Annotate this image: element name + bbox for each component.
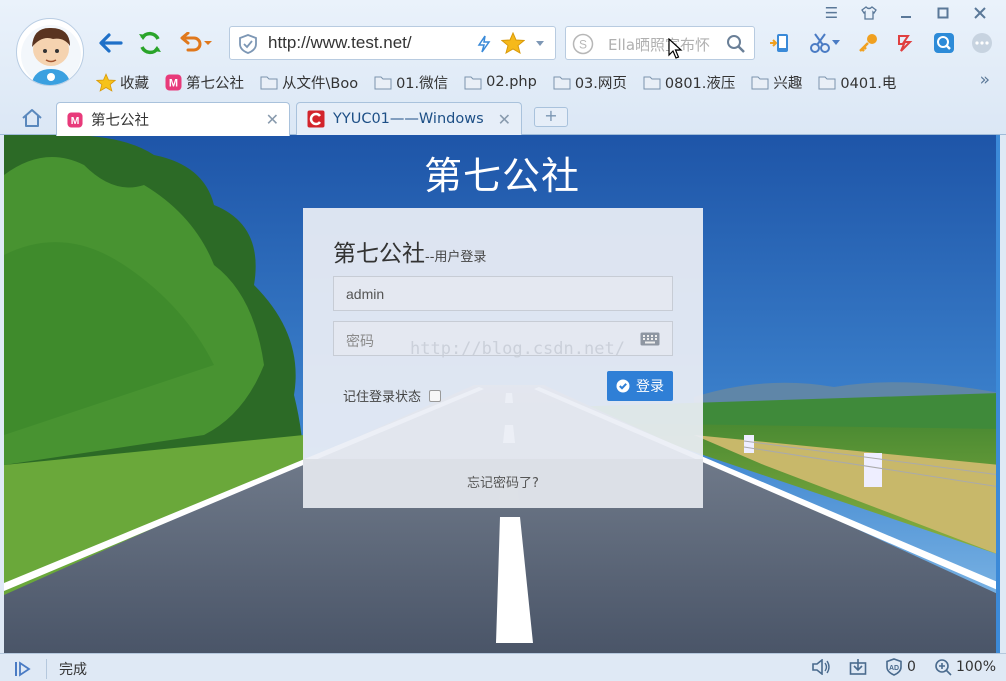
volume-icon[interactable] (811, 659, 831, 675)
bookmark-folder[interactable]: 兴趣 (751, 72, 802, 93)
site-icon: M (67, 111, 83, 128)
bookmark-folder[interactable]: 02.php (464, 74, 537, 90)
skin-icon[interactable] (850, 2, 887, 24)
login-heading: 第七公社--用户登录 (333, 234, 486, 268)
bookmark-folder[interactable]: 0401.电 (818, 72, 896, 93)
zoom-control[interactable]: 100% (934, 658, 996, 676)
username-input[interactable]: admin (333, 276, 673, 311)
remember-me[interactable]: 记住登录状态 (343, 386, 442, 405)
watermark-text: http://blog.csdn.net/ (410, 339, 625, 359)
chevron-down-icon (204, 41, 212, 45)
undo-icon (180, 32, 202, 52)
folder-icon (643, 74, 661, 90)
tab-close-icon[interactable]: ✕ (498, 110, 511, 129)
favorite-star-icon[interactable] (501, 32, 525, 54)
mouse-cursor-icon (668, 37, 684, 64)
undo-close-button[interactable] (172, 28, 220, 58)
bookmark-folder[interactable]: 03.网页 (553, 72, 627, 93)
tab-title: YYUC01——Windows (333, 111, 484, 127)
folder-icon (818, 74, 836, 90)
login-heading-title: 第七公社 (333, 241, 425, 267)
more-options-icon[interactable] (968, 30, 996, 56)
keyboard-icon[interactable] (640, 332, 660, 346)
sogou-search-icon[interactable]: S (572, 33, 594, 55)
zoom-level: 100% (955, 659, 996, 675)
download-manager-icon[interactable] (849, 658, 867, 676)
csdn-icon (307, 110, 325, 128)
bookmark-site[interactable]: M 第七公社 (165, 72, 244, 93)
menu-icon[interactable]: ☰ (813, 2, 850, 24)
tab-strip: M 第七公社 ✕ YYUC01——Windows ✕ + (0, 100, 1006, 136)
login-heading-subtitle: --用户登录 (425, 250, 487, 265)
login-button-label: 登录 (636, 379, 664, 395)
ad-block-shield-icon: AD (886, 658, 902, 676)
bookmark-folder[interactable]: 0801.液压 (643, 72, 735, 93)
divider (46, 659, 47, 679)
ad-block-status[interactable]: AD 0 (885, 658, 916, 676)
refresh-button[interactable] (135, 28, 165, 58)
user-avatar[interactable] (16, 18, 84, 86)
search-placeholder: Ella晒照宣布怀 (608, 36, 711, 54)
phone-sync-icon[interactable] (766, 30, 794, 56)
remember-label: 记住登录状态 (343, 390, 422, 405)
remember-checkbox[interactable] (429, 389, 442, 402)
page-viewport: 第七公社 第七公社--用户登录 admin 密码 记住登录状态 登录 忘记密码了… (4, 135, 1000, 653)
bookmark-folder[interactable]: 从文件\Boo (260, 72, 358, 93)
check-circle-icon (616, 379, 630, 393)
password-placeholder: 密码 (346, 333, 374, 349)
folder-icon (260, 74, 278, 90)
magnifier-app-icon[interactable] (930, 30, 958, 56)
back-arrow-icon (99, 33, 123, 53)
back-button[interactable] (95, 28, 125, 58)
address-bar[interactable]: http://www.test.net/ (229, 26, 556, 60)
shield-icon (239, 34, 257, 54)
close-icon[interactable] (961, 2, 998, 24)
weibo-share-icon[interactable] (892, 30, 920, 56)
toolbar-tools (766, 30, 996, 56)
key-icon[interactable] (854, 30, 882, 56)
address-dropdown-icon[interactable] (535, 40, 545, 48)
bookmark-favorites[interactable]: 收藏 (96, 72, 149, 93)
new-tab-button[interactable]: + (534, 107, 568, 127)
status-text: 完成 (59, 662, 87, 678)
folder-icon (751, 74, 769, 90)
window-controls: ☰ (813, 2, 998, 24)
bookmarks-more-button[interactable]: » (980, 70, 990, 90)
home-button[interactable] (18, 107, 46, 129)
site-icon: M (165, 74, 182, 91)
svg-text:M: M (71, 115, 80, 126)
bookmark-folder[interactable]: 01.微信 (374, 72, 448, 93)
search-box[interactable]: S Ella晒照宣布怀 (565, 26, 755, 60)
tab-close-icon[interactable]: ✕ (266, 110, 279, 129)
minimize-icon[interactable] (887, 2, 924, 24)
screenshot-scissors-icon[interactable] (804, 30, 844, 56)
sidebar-toggle-icon[interactable] (14, 661, 32, 677)
folder-icon (464, 74, 482, 90)
svg-text:AD: AD (889, 665, 899, 672)
zoom-icon (935, 659, 952, 676)
tab-title: 第七公社 (91, 113, 149, 129)
bookmarks-bar: 收藏 M 第七公社 从文件\Boo 01.微信 02.php 03.网页 080… (96, 70, 912, 94)
folder-icon (553, 74, 571, 90)
browser-toolbar: ☰ http://www.test.net/ S Ella晒照宣布怀 收藏 M … (0, 0, 1006, 136)
address-text[interactable]: http://www.test.net/ (268, 33, 412, 53)
tab-active[interactable]: M 第七公社 ✕ (56, 102, 290, 136)
login-button[interactable]: 登录 (607, 371, 673, 401)
svg-text:S: S (579, 38, 587, 52)
folder-icon (374, 74, 392, 90)
tab-inactive[interactable]: YYUC01——Windows ✕ (296, 102, 522, 135)
lightning-icon[interactable] (477, 35, 491, 53)
forgot-password-link[interactable]: 忘记密码了? (303, 459, 703, 508)
star-icon (96, 72, 116, 92)
svg-text:M: M (169, 77, 178, 89)
page-scrollbar[interactable] (996, 135, 1000, 653)
search-icon[interactable] (726, 34, 746, 54)
maximize-icon[interactable] (924, 2, 961, 24)
site-title: 第七公社 (423, 154, 580, 198)
ad-block-count: 0 (907, 659, 916, 675)
home-icon (22, 109, 42, 127)
refresh-icon (139, 31, 161, 55)
status-bar: 完成 AD 0 100% (0, 653, 1006, 681)
